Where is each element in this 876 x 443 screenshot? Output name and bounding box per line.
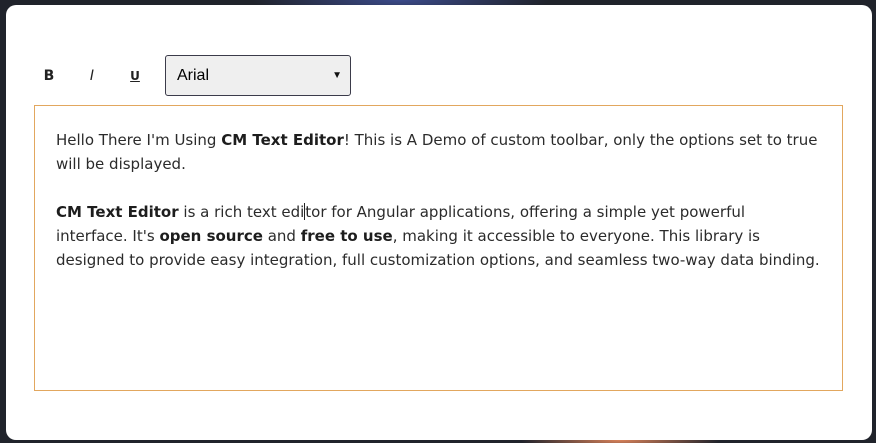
bold-text-run: CM Text Editor bbox=[221, 131, 344, 149]
bold-button[interactable]: B bbox=[35, 62, 63, 90]
chevron-down-icon: ▼ bbox=[332, 70, 342, 81]
font-family-selected-value: Arial bbox=[177, 66, 210, 84]
bold-text-run: free to use bbox=[300, 227, 393, 245]
bold-text-run: CM Text Editor bbox=[56, 203, 179, 221]
text-editor-content[interactable]: Hello There I'm Using CM Text Editor! Th… bbox=[34, 105, 843, 391]
bold-text-run: open source bbox=[159, 227, 263, 245]
editor-paragraph-2: CM Text Editor is a rich text editor for… bbox=[56, 200, 821, 272]
underline-button[interactable]: U bbox=[121, 62, 149, 90]
text-run: and bbox=[262, 227, 301, 245]
italic-button[interactable]: I bbox=[78, 62, 106, 90]
text-run: is a rich text edi bbox=[178, 203, 305, 221]
font-family-select[interactable]: Arial ▼ bbox=[165, 55, 351, 96]
text-run: Hello There I'm Using bbox=[56, 131, 222, 149]
formatting-toolbar: B I U Arial ▼ bbox=[35, 55, 351, 96]
editor-paragraph-1: Hello There I'm Using CM Text Editor! Th… bbox=[56, 128, 821, 176]
